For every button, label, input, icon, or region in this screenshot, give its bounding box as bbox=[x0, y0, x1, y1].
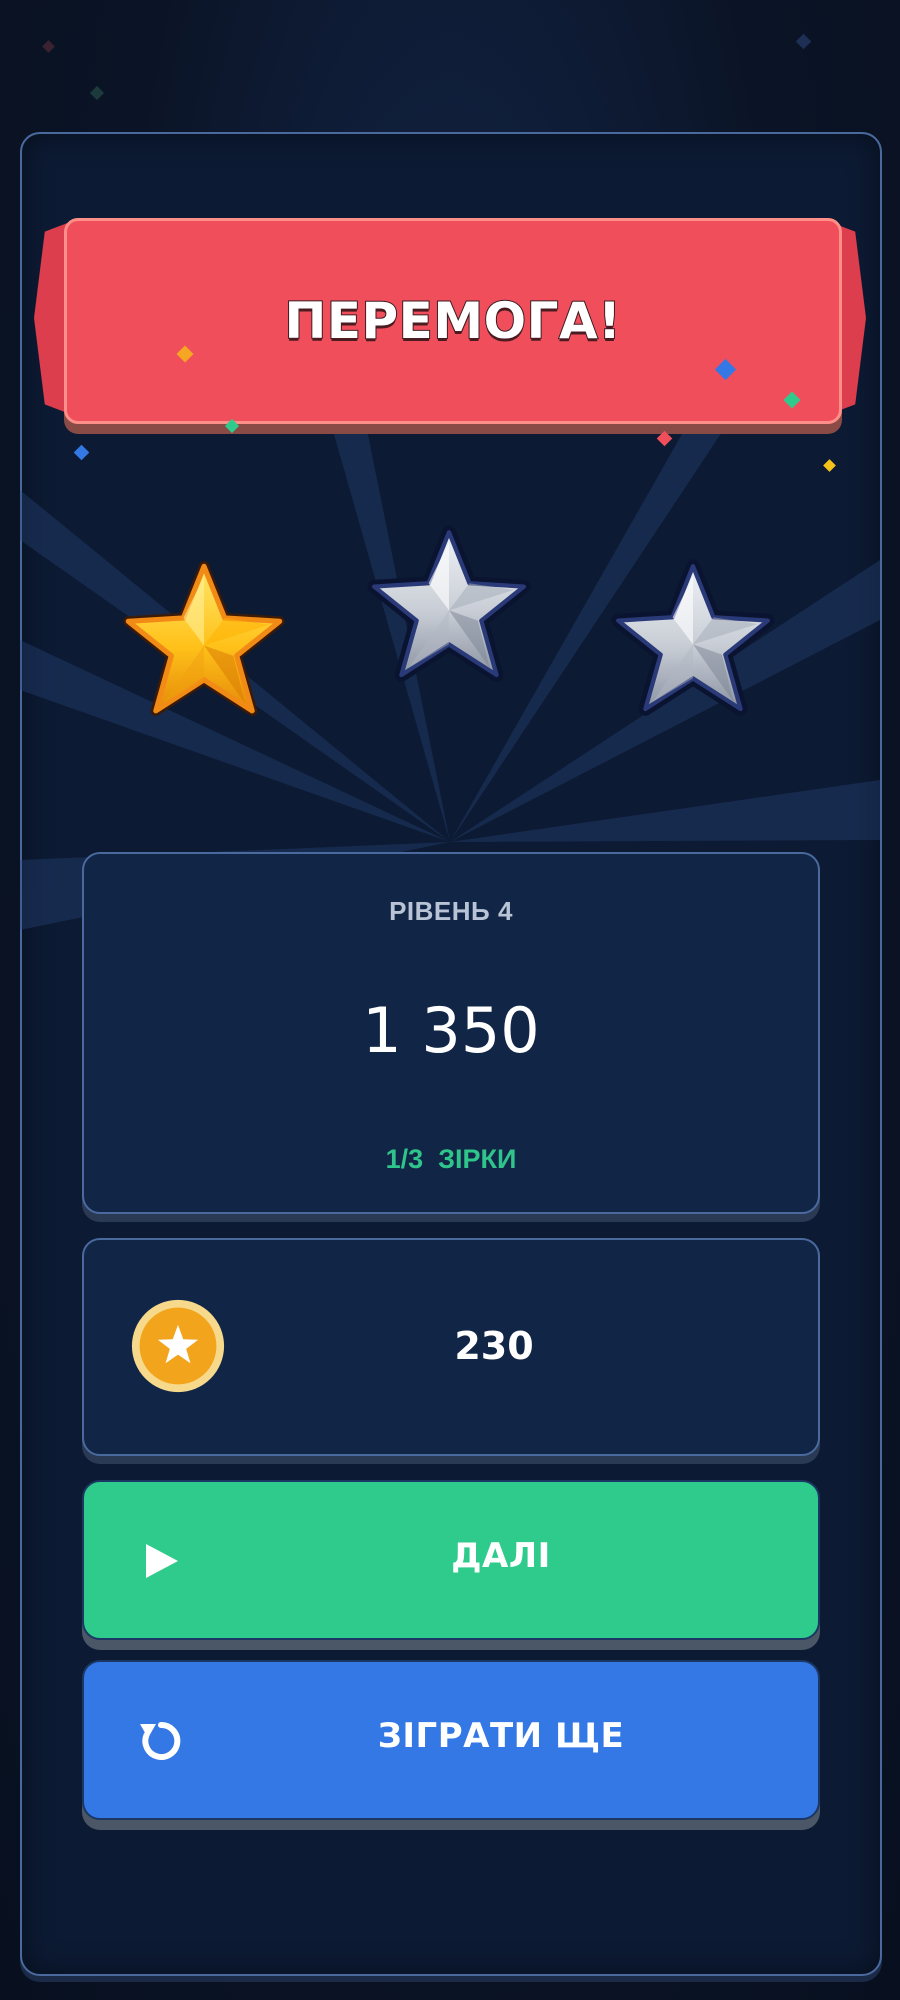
coin-amount: 230 bbox=[454, 1324, 534, 1368]
replay-button[interactable]: ЗІГРАТИ ЩЕ bbox=[82, 1660, 820, 1820]
victory-screen: ПЕРЕМОГА! РІВЕНЬ 4 1 350 1/3 ЗІРКИ 230 Д… bbox=[0, 0, 900, 2000]
star-3-empty-icon bbox=[611, 559, 775, 716]
next-button[interactable]: ДАЛІ bbox=[82, 1480, 820, 1640]
star-1-gold-icon bbox=[123, 561, 285, 716]
background-sparkle bbox=[795, 33, 812, 50]
replay-button-label: ЗІГРАТИ ЩЕ bbox=[377, 1716, 625, 1756]
banner-title: ПЕРЕМОГА! bbox=[284, 291, 622, 351]
play-icon bbox=[146, 1544, 178, 1578]
coin-star-icon bbox=[131, 1299, 225, 1393]
next-button-label: ДАЛІ bbox=[451, 1536, 551, 1576]
background-sparkle bbox=[42, 40, 55, 53]
level-label: РІВЕНЬ 4 bbox=[389, 896, 513, 926]
star-2-empty-icon bbox=[367, 525, 531, 682]
coin-reward-card: 230 bbox=[82, 1238, 820, 1456]
stars-earned-text: 1/3 ЗІРКИ bbox=[385, 1144, 517, 1174]
victory-banner: ПЕРЕМОГА! bbox=[64, 218, 842, 424]
restart-icon bbox=[140, 1721, 181, 1760]
background-sparkle bbox=[89, 85, 105, 101]
score-value: 1 350 bbox=[362, 994, 540, 1067]
score-card: РІВЕНЬ 4 1 350 1/3 ЗІРКИ bbox=[82, 852, 820, 1214]
